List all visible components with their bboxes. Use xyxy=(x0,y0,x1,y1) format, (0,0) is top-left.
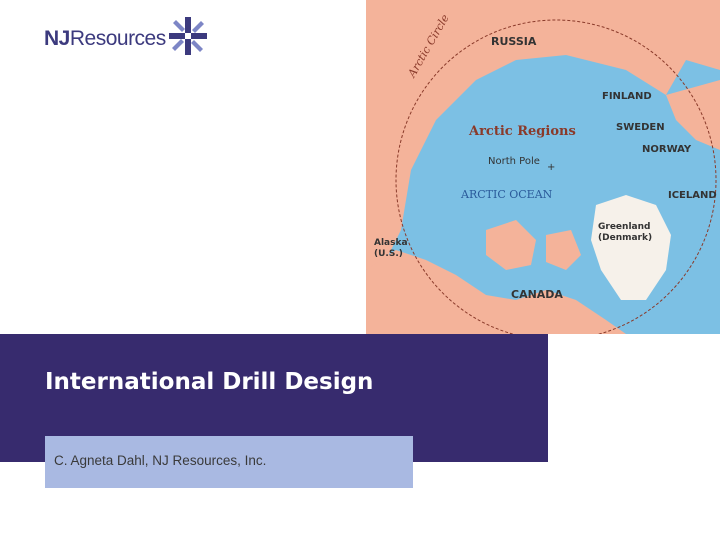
logo-pinwheel-icon xyxy=(169,17,207,55)
company-logo: NJResources xyxy=(44,16,214,60)
map-label-us: (U.S.) xyxy=(374,249,403,259)
north-pole-marker-icon: + xyxy=(547,162,555,173)
map-label-denmark: (Denmark) xyxy=(598,233,652,243)
map-label-sweden: SWEDEN xyxy=(616,122,665,133)
map-label-russia: RUSSIA xyxy=(491,35,537,48)
logo-wordmark: NJResources xyxy=(44,27,166,50)
map-label-finland: FINLAND xyxy=(602,91,652,102)
arctic-map: Arctic Circle RUSSIA FINLAND SWEDEN NORW… xyxy=(366,0,720,334)
map-label-norway: NORWAY xyxy=(642,144,692,155)
map-label-iceland: ICELAND xyxy=(668,190,717,201)
subtitle-box: C. Agneta Dahl, NJ Resources, Inc. xyxy=(45,436,413,488)
map-label-canada: CANADA xyxy=(511,288,563,301)
map-title: Arctic Regions xyxy=(468,124,576,139)
map-label-arctic-ocean: ARCTIC OCEAN xyxy=(460,188,553,201)
slide-title: International Drill Design xyxy=(45,369,374,395)
map-label-greenland: Greenland xyxy=(598,222,650,232)
map-label-alaska: Alaska xyxy=(374,238,408,248)
map-label-north-pole: North Pole xyxy=(488,156,540,167)
slide-subtitle: C. Agneta Dahl, NJ Resources, Inc. xyxy=(54,453,267,468)
